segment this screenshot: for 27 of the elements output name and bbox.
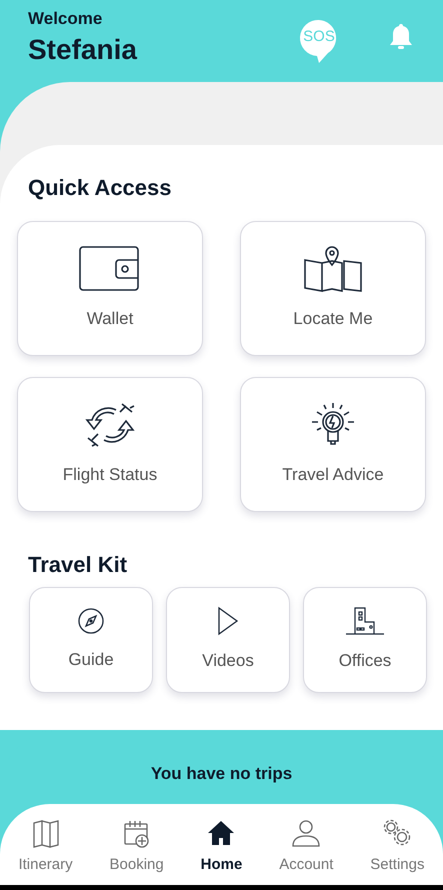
nav-tab[interactable]: Booking xyxy=(106,818,168,885)
nav-tab[interactable]: Home xyxy=(196,818,246,885)
empty-trips-message: You have no trips xyxy=(150,763,294,785)
section-title: Quick Access xyxy=(27,175,172,202)
user-name: Stefania xyxy=(28,32,137,66)
wallet-icon xyxy=(79,246,141,292)
greeting-text: Welcome xyxy=(28,10,104,29)
travel-kit-tile[interactable]: Videos xyxy=(166,586,290,693)
gears-icon xyxy=(382,818,412,848)
quick-access-tile[interactable]: Flight Status xyxy=(17,377,203,512)
folded-map-icon xyxy=(30,818,61,848)
nav-tab[interactable]: Settings xyxy=(366,818,428,885)
nav-tab[interactable]: Itinerary xyxy=(14,818,77,885)
nav-tab[interactable]: Account xyxy=(275,818,338,885)
travel-kit-tile[interactable]: Offices xyxy=(303,586,427,693)
user-icon xyxy=(291,818,322,848)
map-pin-icon xyxy=(304,246,362,292)
quick-access-tile[interactable]: Wallet xyxy=(17,221,203,356)
home-icon xyxy=(206,818,236,848)
quick-access-tile[interactable]: Travel Advice xyxy=(240,377,426,512)
office-building-icon xyxy=(345,606,385,636)
compass-icon xyxy=(77,607,105,636)
travel-kit-tile[interactable]: Guide xyxy=(29,586,153,693)
quick-access-tile[interactable]: Locate Me xyxy=(240,221,426,356)
section-title: Travel Kit xyxy=(27,552,128,579)
play-icon xyxy=(216,606,240,636)
flight-arrows-icon xyxy=(84,402,136,448)
